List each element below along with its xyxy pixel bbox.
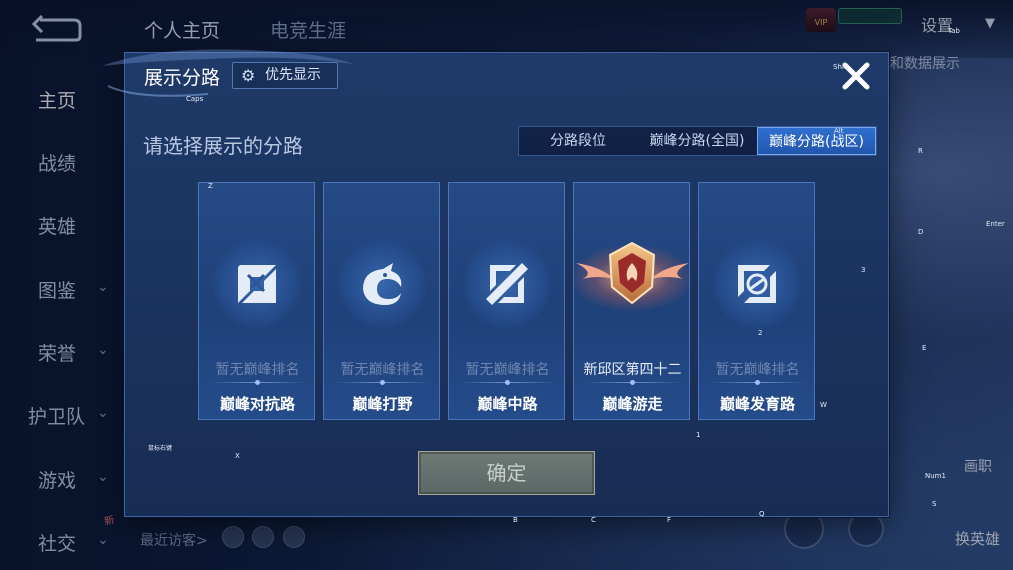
lane-card-jungle[interactable]: 暂无巅峰排名 巅峰打野: [323, 182, 440, 420]
divider-dot: [255, 380, 260, 385]
lane-card-carry[interactable]: 暂无巅峰排名 巅峰发育路: [698, 182, 815, 420]
card-rank-text: 暂无巅峰排名: [465, 362, 550, 378]
tab-peak-national[interactable]: 巅峰分路(全国): [637, 127, 757, 155]
lane-card-support[interactable]: 新邱区第四十二 巅峰游走: [570, 182, 694, 420]
confirm-button[interactable]: 确定: [418, 451, 595, 495]
card-lane-name: 巅峰中路: [477, 395, 538, 413]
key-hint: 鼠标右键: [148, 445, 173, 452]
card-rank-text: 暂无巅峰排名: [340, 362, 425, 378]
carry-lane-icon: [738, 265, 776, 303]
key-hint: Z: [208, 182, 213, 190]
key-hint: S: [932, 500, 937, 508]
key-hint: C: [591, 516, 596, 524]
key-hint: 2: [758, 329, 763, 337]
key-hint: Shift: [833, 63, 849, 71]
tab-peak-region[interactable]: 巅峰分路(战区): [757, 127, 876, 155]
key-hint: W: [820, 401, 827, 409]
divider-dot: [380, 380, 385, 385]
icon-halo: [337, 239, 427, 329]
lane-type-tabs: 分路段位 巅峰分路(全国) 巅峰分路(战区): [518, 126, 877, 156]
sword-lane-icon: [238, 265, 276, 303]
key-hint: Alt: [834, 127, 844, 135]
dialog-title: 展示分路: [144, 67, 221, 89]
icon-halo: [462, 239, 552, 329]
lane-card-top[interactable]: 暂无巅峰排名 巅峰对抗路: [198, 182, 315, 420]
key-hint: E: [922, 344, 927, 352]
key-hint: Num1: [925, 472, 946, 480]
card-rank-text: 新邱区第四十二: [583, 362, 682, 378]
icon-halo: [212, 239, 302, 329]
dialog-subtitle: 请选择展示的分路: [143, 134, 303, 158]
key-hint: B: [513, 516, 518, 524]
card-lane-name: 巅峰发育路: [719, 395, 795, 413]
key-hint: Tab: [948, 27, 960, 35]
priority-display-label: 优先显示: [265, 67, 321, 83]
priority-display-button[interactable]: ⚙ 优先显示: [232, 62, 338, 89]
gear-icon: ⚙: [241, 66, 256, 85]
key-hint: F: [667, 516, 672, 524]
icon-halo: [712, 239, 802, 329]
key-hint: R: [918, 147, 923, 155]
key-hint: 3: [861, 266, 866, 274]
key-hint: 1: [696, 431, 701, 439]
key-hint: Q: [759, 510, 765, 518]
tab-lane-rank[interactable]: 分路段位: [519, 127, 637, 155]
key-hint: X: [235, 452, 240, 460]
lane-card-mid[interactable]: 暂无巅峰排名 巅峰中路: [448, 182, 565, 420]
dragon-jungle-icon: [363, 263, 402, 305]
winged-badge-icon: [570, 241, 694, 312]
divider-dot: [505, 380, 510, 385]
card-rank-text: 暂无巅峰排名: [215, 362, 300, 378]
key-hint: Enter: [986, 220, 1005, 228]
divider-dot: [755, 380, 760, 385]
divider-dot: [630, 380, 635, 385]
key-hint: Caps: [186, 95, 204, 103]
card-rank-text: 暂无巅峰排名: [715, 362, 800, 378]
mid-lane-icon: [486, 263, 528, 305]
key-hint: D: [918, 228, 924, 236]
card-lane-name: 巅峰对抗路: [219, 395, 295, 413]
card-lane-name: 巅峰游走: [602, 395, 663, 413]
card-lane-name: 巅峰打野: [352, 395, 413, 413]
